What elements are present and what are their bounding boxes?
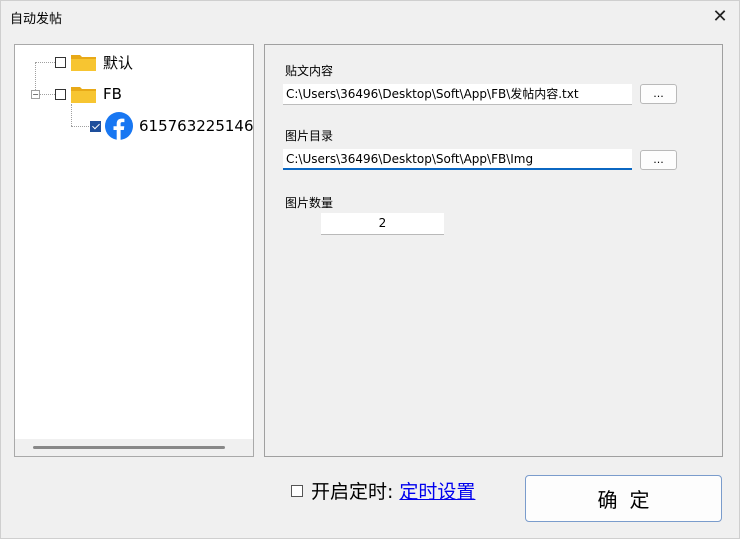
image-count-label: 图片数量 [285,196,334,210]
auto-post-dialog: 自动发帖 ✕ − 默认 FB 615763225146 贴文内容 C:\User… [0,0,740,539]
tree-node-default[interactable]: 默认 [55,51,133,73]
content-browse-button[interactable]: ... [640,84,677,104]
settings-panel: 贴文内容 C:\Users\36496\Desktop\Soft\App\FB\… [264,44,723,457]
facebook-icon [105,112,133,140]
image-dir-label: 图片目录 [285,129,334,143]
tree-collapse-toggle[interactable]: − [31,90,40,99]
tree-line [71,104,72,126]
checkbox[interactable] [55,56,66,68]
image-count-input[interactable]: 2 [321,213,444,235]
account-tree[interactable]: − 默认 FB 61576322514621 [14,44,254,457]
timer-checkbox[interactable] [291,484,303,497]
tree-node-account[interactable]: 61576322514621 [90,112,254,140]
tree-node-label: 61576322514621 [139,117,254,135]
timer-row: 开启定时: 定时设置 [291,477,475,504]
timer-label: 开启定时: [311,481,394,503]
content-path-field[interactable]: C:\Users\36496\Desktop\Soft\App\FB\发帖内容.… [283,84,632,105]
tree-node-label: 默认 [103,53,134,72]
tree-line [71,126,91,127]
content-label: 贴文内容 [285,64,334,78]
tree-node-fb[interactable]: FB [55,83,122,105]
scrollbar-thumb[interactable] [33,446,225,449]
confirm-button-label: 确定 [597,488,662,512]
horizontal-scrollbar[interactable] [15,439,253,456]
window-title: 自动发帖 [10,12,63,27]
folder-icon [71,55,96,71]
image-dir-field[interactable]: C:\Users\36496\Desktop\Soft\App\FB\Img [283,149,632,170]
title-bar: 自动发帖 ✕ [1,1,739,31]
image-dir-browse-button[interactable]: ... [640,150,677,170]
tree-node-label: FB [103,85,122,103]
checkbox-checked[interactable] [90,120,101,132]
checkbox[interactable] [55,88,66,100]
tree-line [35,62,55,63]
close-icon[interactable]: ✕ [707,4,733,28]
tree-line [39,94,55,95]
folder-icon [71,87,96,103]
timer-settings-link[interactable]: 定时设置 [399,477,475,504]
confirm-button[interactable]: 确定 [525,475,722,522]
